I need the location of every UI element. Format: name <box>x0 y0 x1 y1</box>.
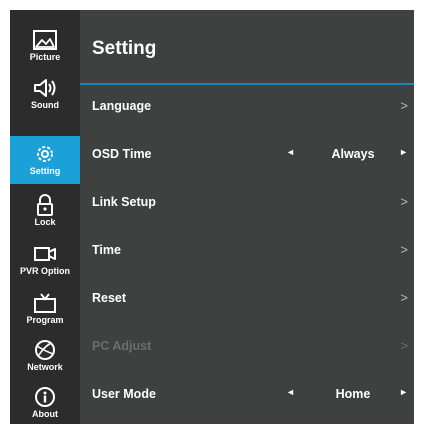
chevron-right-icon: > <box>400 242 408 257</box>
sidebar-item-label: Program <box>26 315 64 325</box>
menu-item-link-setup[interactable]: Link Setup > <box>80 182 414 226</box>
osd-time-value: Always <box>331 147 375 161</box>
sidebar-item-label: Setting <box>29 166 61 176</box>
page-title: Setting <box>92 38 157 59</box>
menu-item-user-mode[interactable]: User Mode ◄ Home ► <box>80 374 414 418</box>
menu-item-label: Reset <box>92 291 127 305</box>
lock-icon <box>32 194 58 216</box>
sidebar: Picture Sound Setting Lock PVR Option Pr… <box>10 10 80 424</box>
sidebar-item-label: Lock <box>34 217 56 227</box>
sidebar-item-pvr-option[interactable]: PVR Option <box>10 236 80 284</box>
menu-item-osd-time[interactable]: OSD Time ◄ Always ► <box>80 134 414 178</box>
arrow-right-icon[interactable]: ► <box>399 387 408 397</box>
sidebar-item-sound[interactable]: Sound <box>10 70 80 118</box>
chevron-right-icon: > <box>400 194 408 209</box>
menu-item-label: OSD Time <box>92 147 152 161</box>
gear-icon <box>32 143 58 165</box>
arrow-left-icon[interactable]: ◄ <box>286 387 295 397</box>
arrow-left-icon[interactable]: ◄ <box>286 147 295 157</box>
sidebar-item-picture[interactable]: Picture <box>10 22 80 70</box>
menu-item-reset[interactable]: Reset > <box>80 278 414 322</box>
user-mode-value: Home <box>335 387 371 401</box>
sidebar-item-program[interactable]: Program <box>10 285 80 333</box>
arrow-right-icon[interactable]: ► <box>399 147 408 157</box>
sidebar-item-label: About <box>32 409 58 419</box>
menu-item-label: PC Adjust <box>92 339 152 353</box>
speaker-icon <box>32 77 58 99</box>
chevron-right-icon: > <box>400 98 408 113</box>
sidebar-item-label: PVR Option <box>20 266 70 276</box>
menu-item-label: Time <box>92 243 121 257</box>
chevron-right-icon: > <box>400 338 408 353</box>
menu-item-pc-adjust: PC Adjust > <box>80 326 414 370</box>
info-icon <box>32 386 58 408</box>
settings-window: Picture Sound Setting Lock PVR Option Pr… <box>10 10 414 424</box>
menu-item-label: User Mode <box>92 387 156 401</box>
sidebar-item-label: Picture <box>29 52 61 62</box>
sidebar-item-setting[interactable]: Setting <box>10 136 80 184</box>
menu-item-label: Link Setup <box>92 195 156 209</box>
picture-icon <box>32 29 58 51</box>
sidebar-item-label: Sound <box>31 100 59 110</box>
tv-icon <box>32 292 58 314</box>
settings-panel: Setting Language > OSD Time ◄ Always ► L… <box>80 10 414 424</box>
sidebar-item-network[interactable]: Network <box>10 332 80 380</box>
globe-icon <box>32 339 58 361</box>
menu-item-label: Language <box>92 99 152 113</box>
menu-item-time[interactable]: Time > <box>80 230 414 274</box>
chevron-right-icon: > <box>400 290 408 305</box>
menu-item-language[interactable]: Language > <box>80 86 414 130</box>
video-camera-icon <box>32 243 58 265</box>
sidebar-item-lock[interactable]: Lock <box>10 187 80 235</box>
sidebar-item-about[interactable]: About <box>10 379 80 427</box>
sidebar-item-label: Network <box>27 362 63 372</box>
title-divider <box>80 83 414 85</box>
